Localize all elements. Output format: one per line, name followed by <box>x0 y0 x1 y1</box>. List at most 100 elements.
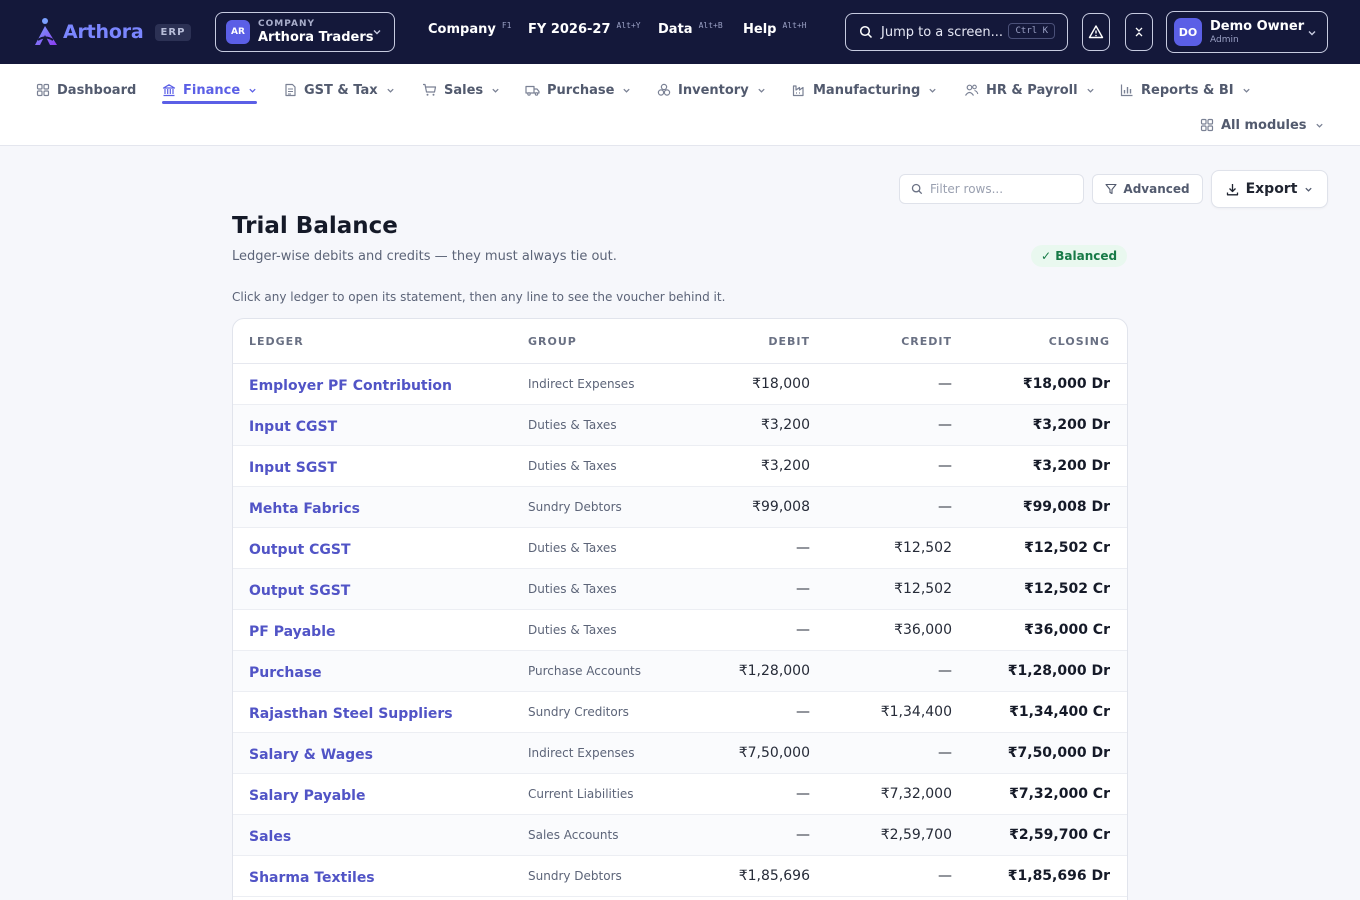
bank-icon <box>162 84 176 97</box>
collapse-button[interactable] <box>1125 13 1153 51</box>
menu-company[interactable]: Company F1 <box>428 21 511 37</box>
factory-icon <box>792 85 804 97</box>
chevron-down-icon <box>386 88 394 93</box>
menu-fiscal-year[interactable]: FY 2026-27 Alt+Y <box>528 21 641 37</box>
nav-sales[interactable]: Sales <box>422 75 500 105</box>
credit-amount: ₹1,34,400 <box>880 704 952 720</box>
column-header-credit[interactable]: CREDIT <box>810 335 952 348</box>
nav-purchase[interactable]: Purchase <box>525 75 631 105</box>
ledger-link[interactable]: Sales <box>249 829 291 845</box>
search-shortcut: Ctrl K <box>1008 23 1055 39</box>
credit-amount: — <box>938 458 952 474</box>
nav-reports-bi[interactable]: Reports & BI <box>1120 75 1251 105</box>
debit-amount: ₹99,008 <box>752 499 810 515</box>
table-row[interactable]: Input CGST Duties & Taxes ₹3,200 — ₹3,20… <box>233 405 1127 446</box>
column-header-group[interactable]: GROUP <box>528 335 708 348</box>
ledger-group: Duties & Taxes <box>528 582 617 596</box>
chevron-down-icon <box>623 88 631 93</box>
closing-balance: ₹7,32,000 Cr <box>1009 786 1110 802</box>
nav-all-modules[interactable]: All modules <box>1200 110 1324 140</box>
chevron-down-icon <box>758 88 765 93</box>
user-menu[interactable]: DO Demo Owner Admin <box>1166 11 1328 53</box>
table-row[interactable]: Mehta Fabrics Sundry Debtors ₹99,008 — ₹… <box>233 487 1127 528</box>
advanced-filter-button[interactable]: Advanced <box>1092 174 1203 204</box>
menu-data[interactable]: Data Alt+B <box>658 21 723 37</box>
credit-amount: — <box>938 417 952 433</box>
ledger-group: Duties & Taxes <box>528 623 617 637</box>
ledger-link[interactable]: Output CGST <box>249 542 351 558</box>
menu-fiscal-year-label: FY 2026-27 <box>528 22 611 37</box>
column-header-closing[interactable]: CLOSING <box>952 335 1110 348</box>
nav-purchase-label: Purchase <box>547 82 615 98</box>
column-header-debit[interactable]: DEBIT <box>708 335 810 348</box>
chevron-down-icon <box>1315 123 1323 128</box>
ledger-group: Sundry Debtors <box>528 500 622 514</box>
nav-manufacturing[interactable]: Manufacturing <box>792 75 937 105</box>
ledger-link[interactable]: Purchase <box>249 665 322 681</box>
nav-hr-payroll[interactable]: HR & Payroll <box>964 75 1095 105</box>
table-row[interactable]: Sharma Textiles Sundry Debtors ₹1,85,696… <box>233 856 1127 897</box>
ledger-group: Sales Accounts <box>528 828 619 842</box>
closing-balance: ₹1,28,000 Dr <box>1007 663 1110 679</box>
nav-inventory[interactable]: Inventory <box>657 75 766 105</box>
ledger-link[interactable]: Input CGST <box>249 419 337 435</box>
company-name: Arthora Traders <box>258 30 374 45</box>
ledger-link[interactable]: Input SGST <box>249 460 337 476</box>
export-button[interactable]: Export <box>1211 170 1328 208</box>
filter-rows-field[interactable] <box>899 174 1084 204</box>
arthora-logo-icon <box>35 18 57 45</box>
alerts-button[interactable] <box>1082 13 1110 51</box>
menu-data-label: Data <box>658 22 693 37</box>
people-icon <box>965 84 979 96</box>
table-row[interactable]: Rajasthan Steel Suppliers Sundry Credito… <box>233 692 1127 733</box>
ledger-link[interactable]: Salary Payable <box>249 788 365 804</box>
closing-balance: ₹36,000 Cr <box>1024 622 1110 638</box>
table-row[interactable]: Input SGST Duties & Taxes ₹3,200 — ₹3,20… <box>233 446 1127 487</box>
ledger-link[interactable]: PF Payable <box>249 624 336 640</box>
table-row[interactable]: Salary Payable Current Liabilities — ₹7,… <box>233 774 1127 815</box>
page-title: Trial Balance <box>232 213 398 239</box>
filter-rows-input[interactable] <box>930 182 1070 196</box>
download-icon <box>1226 183 1238 195</box>
ledger-link[interactable]: Salary & Wages <box>249 747 373 763</box>
module-nav: Dashboard Finance GST & Tax Sales Purcha… <box>0 64 1360 146</box>
ledger-link[interactable]: Rajasthan Steel Suppliers <box>249 706 453 722</box>
table-row[interactable]: Employer PF Contribution Indirect Expens… <box>233 364 1127 405</box>
closing-balance: ₹3,200 Dr <box>1032 458 1110 474</box>
ledger-link[interactable]: Output SGST <box>249 583 350 599</box>
company-switcher[interactable]: AR COMPANY Arthora Traders <box>215 12 395 52</box>
column-header-ledger[interactable]: LEDGER <box>233 335 528 348</box>
status-badge: ✓ Balanced <box>1031 245 1128 267</box>
debit-amount: ₹3,200 <box>761 417 810 433</box>
ledger-link[interactable]: Employer PF Contribution <box>249 378 452 394</box>
brand[interactable]: Arthora ERP <box>32 16 192 48</box>
ledger-link[interactable]: Sharma Textiles <box>249 870 375 886</box>
jump-to-screen-search[interactable]: Jump to a screen... Ctrl K <box>845 13 1068 51</box>
ledger-link[interactable]: Mehta Fabrics <box>249 501 360 517</box>
table-row[interactable]: Salary & Wages Indirect Expenses ₹7,50,0… <box>233 733 1127 774</box>
menu-help[interactable]: Help Alt+H <box>743 21 807 37</box>
export-label: Export <box>1245 181 1298 197</box>
table-row[interactable]: Output CGST Duties & Taxes — ₹12,502 ₹12… <box>233 528 1127 569</box>
nav-gst-tax[interactable]: GST & Tax <box>284 75 395 105</box>
table-row[interactable]: Output SGST Duties & Taxes — ₹12,502 ₹12… <box>233 569 1127 610</box>
document-icon <box>285 83 296 97</box>
ledger-group: Purchase Accounts <box>528 664 642 678</box>
nav-active-indicator <box>162 101 257 104</box>
menu-company-label: Company <box>428 22 496 37</box>
ledger-group: Indirect Expenses <box>528 746 635 760</box>
table-row[interactable]: Purchase Purchase Accounts ₹1,28,000 — ₹… <box>233 651 1127 692</box>
closing-balance: ₹12,502 Cr <box>1024 581 1110 597</box>
debit-amount: — <box>796 786 810 802</box>
page-hint: Click any ledger to open its statement, … <box>232 290 726 304</box>
credit-amount: — <box>938 663 952 679</box>
ledger-group: Sundry Creditors <box>528 705 629 719</box>
nav-dashboard[interactable]: Dashboard <box>36 75 136 105</box>
ledger-group: Indirect Expenses <box>528 377 635 391</box>
table-body: Employer PF Contribution Indirect Expens… <box>233 364 1127 897</box>
nav-sales-label: Sales <box>444 82 484 98</box>
table-row[interactable]: PF Payable Duties & Taxes — ₹36,000 ₹36,… <box>233 610 1127 651</box>
nav-reports-bi-label: Reports & BI <box>1141 82 1234 98</box>
chevron-down-icon <box>1308 31 1316 36</box>
table-row[interactable]: Sales Sales Accounts — ₹2,59,700 ₹2,59,7… <box>233 815 1127 856</box>
